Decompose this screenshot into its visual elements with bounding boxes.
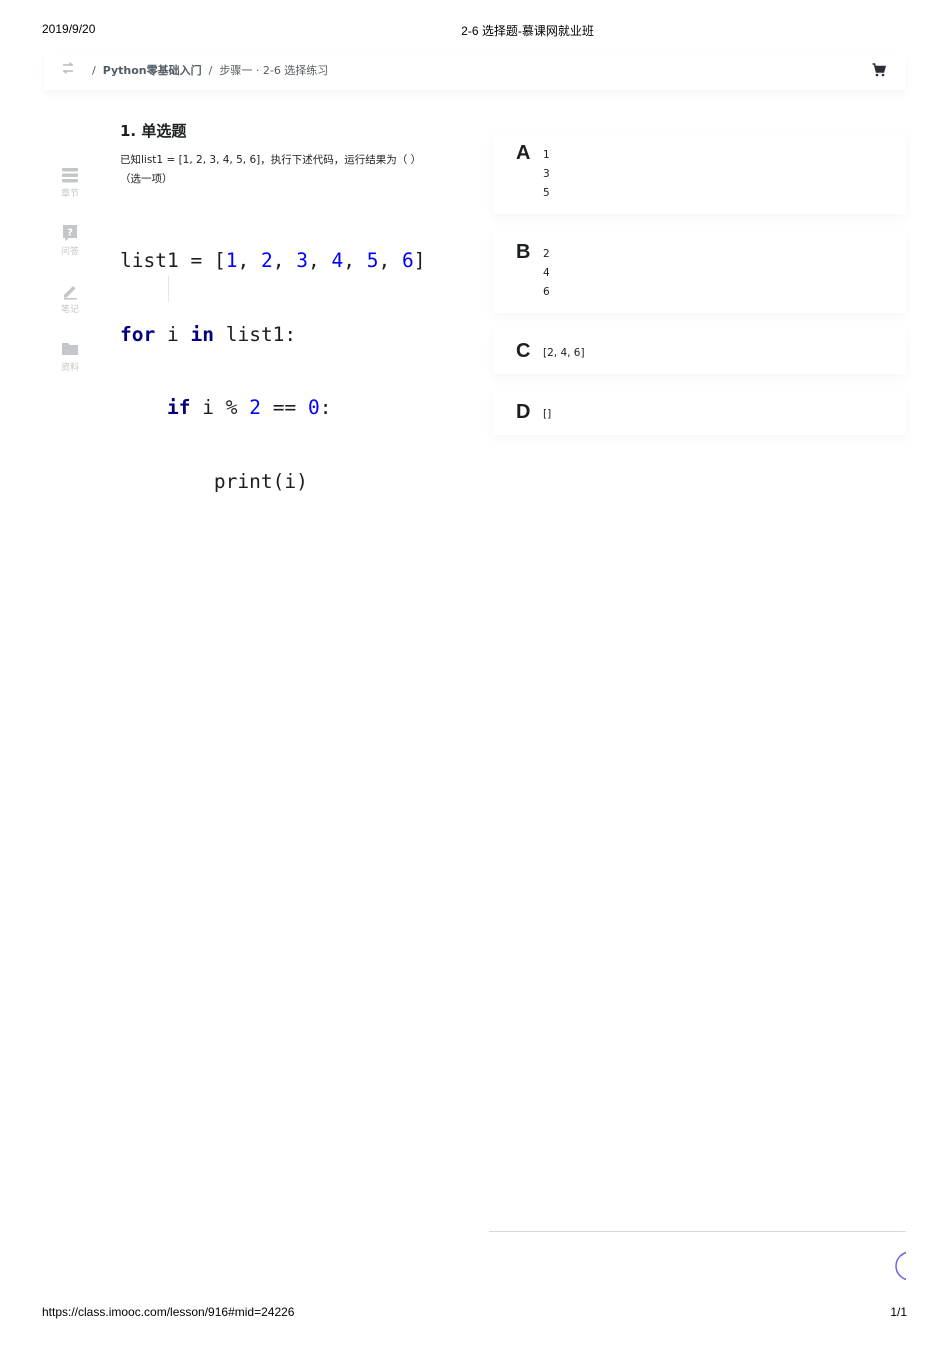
code-block: list1 = [1, 2, 3, 4, 5, 6] for i in list… xyxy=(120,200,425,543)
option-value: 6 xyxy=(543,286,550,298)
code-line: if i % 2 == 0: xyxy=(166,396,332,419)
question-text: 已知list1 = [1, 2, 3, 4, 5, 6]，执行下述代码，运行结果… xyxy=(120,151,440,189)
option-d[interactable]: D [] xyxy=(493,389,906,435)
option-values: 1 3 5 xyxy=(543,146,550,203)
option-b[interactable]: B 2 4 6 xyxy=(493,229,906,313)
folder-icon xyxy=(62,343,78,355)
breadcrumb: / Python零基础入门 / 步骤一 · 2-6 选择练习 xyxy=(85,62,328,78)
sidebar: 章节 ? 问答 笔记 资料 xyxy=(52,166,88,398)
option-value: 1 xyxy=(543,149,550,161)
option-values: [2, 4, 6] xyxy=(543,344,585,363)
option-letter: D xyxy=(516,401,531,423)
sidebar-item-label: 资料 xyxy=(60,363,79,373)
cart-icon[interactable] xyxy=(872,62,887,77)
code-line: list1 = [1, 2, 3, 4, 5, 6] xyxy=(120,249,426,272)
sidebar-item-materials[interactable]: 资料 xyxy=(52,340,88,398)
sidebar-item-chapter[interactable]: 章节 xyxy=(52,166,88,224)
question-title: 1. 单选题 xyxy=(120,122,187,140)
print-title: 2-6 选择题-慕课网就业班 xyxy=(461,24,594,38)
option-value: 3 xyxy=(543,168,550,180)
code-line: for i in list1: xyxy=(120,322,297,346)
option-a[interactable]: A 1 3 5 xyxy=(493,130,906,214)
sidebar-item-qa[interactable]: ? 问答 xyxy=(52,224,88,282)
print-header: 2019/9/20 2-6 选择题-慕课网就业班 xyxy=(0,22,950,40)
option-values: [] xyxy=(543,405,551,424)
breadcrumb-separator: / xyxy=(92,63,96,77)
print-url: https://class.imooc.com/lesson/916#mid=2… xyxy=(42,1305,295,1319)
progress-ring-icon[interactable] xyxy=(894,1250,906,1282)
indent-guide xyxy=(168,276,169,302)
answer-options: A 1 3 5 B 2 4 6 C [2, 4, 6] D [] xyxy=(493,130,906,450)
chapter-icon xyxy=(62,168,78,183)
option-letter: C xyxy=(516,340,531,362)
print-page-number: 1/1 xyxy=(890,1305,907,1319)
pencil-icon xyxy=(64,286,77,300)
option-value: [2, 4, 6] xyxy=(543,347,585,359)
question-icon: ? xyxy=(63,225,77,241)
swap-icon[interactable] xyxy=(62,61,76,77)
sidebar-item-notes[interactable]: 笔记 xyxy=(52,282,88,340)
question-panel: 1. 单选题 已知list1 = [1, 2, 3, 4, 5, 6]，执行下述… xyxy=(120,120,440,189)
top-bar: / Python零基础入门 / 步骤一 · 2-6 选择练习 xyxy=(44,52,906,90)
sidebar-item-label: 笔记 xyxy=(60,305,79,315)
option-values: 2 4 6 xyxy=(543,245,550,302)
code-line: print(i) xyxy=(213,469,308,493)
section-divider xyxy=(489,1231,906,1232)
option-c[interactable]: C [2, 4, 6] xyxy=(493,328,906,374)
breadcrumb-course-link[interactable]: Python零基础入门 xyxy=(103,62,202,78)
sidebar-item-label: 章节 xyxy=(60,189,79,199)
question-text-line: 已知list1 = [1, 2, 3, 4, 5, 6]，执行下述代码，运行结果… xyxy=(120,154,422,166)
breadcrumb-lesson: 步骤一 · 2-6 选择练习 xyxy=(219,64,329,77)
sidebar-item-label: 问答 xyxy=(60,247,79,257)
option-value: 2 xyxy=(543,248,550,260)
svg-text:?: ? xyxy=(67,228,73,239)
breadcrumb-separator: / xyxy=(208,63,213,77)
option-letter: A xyxy=(516,142,531,164)
option-value: 5 xyxy=(543,187,550,199)
question-text-line: （选一项） xyxy=(120,173,173,185)
option-letter: B xyxy=(516,241,531,263)
option-value: 4 xyxy=(543,267,550,279)
option-value: [] xyxy=(543,408,552,420)
